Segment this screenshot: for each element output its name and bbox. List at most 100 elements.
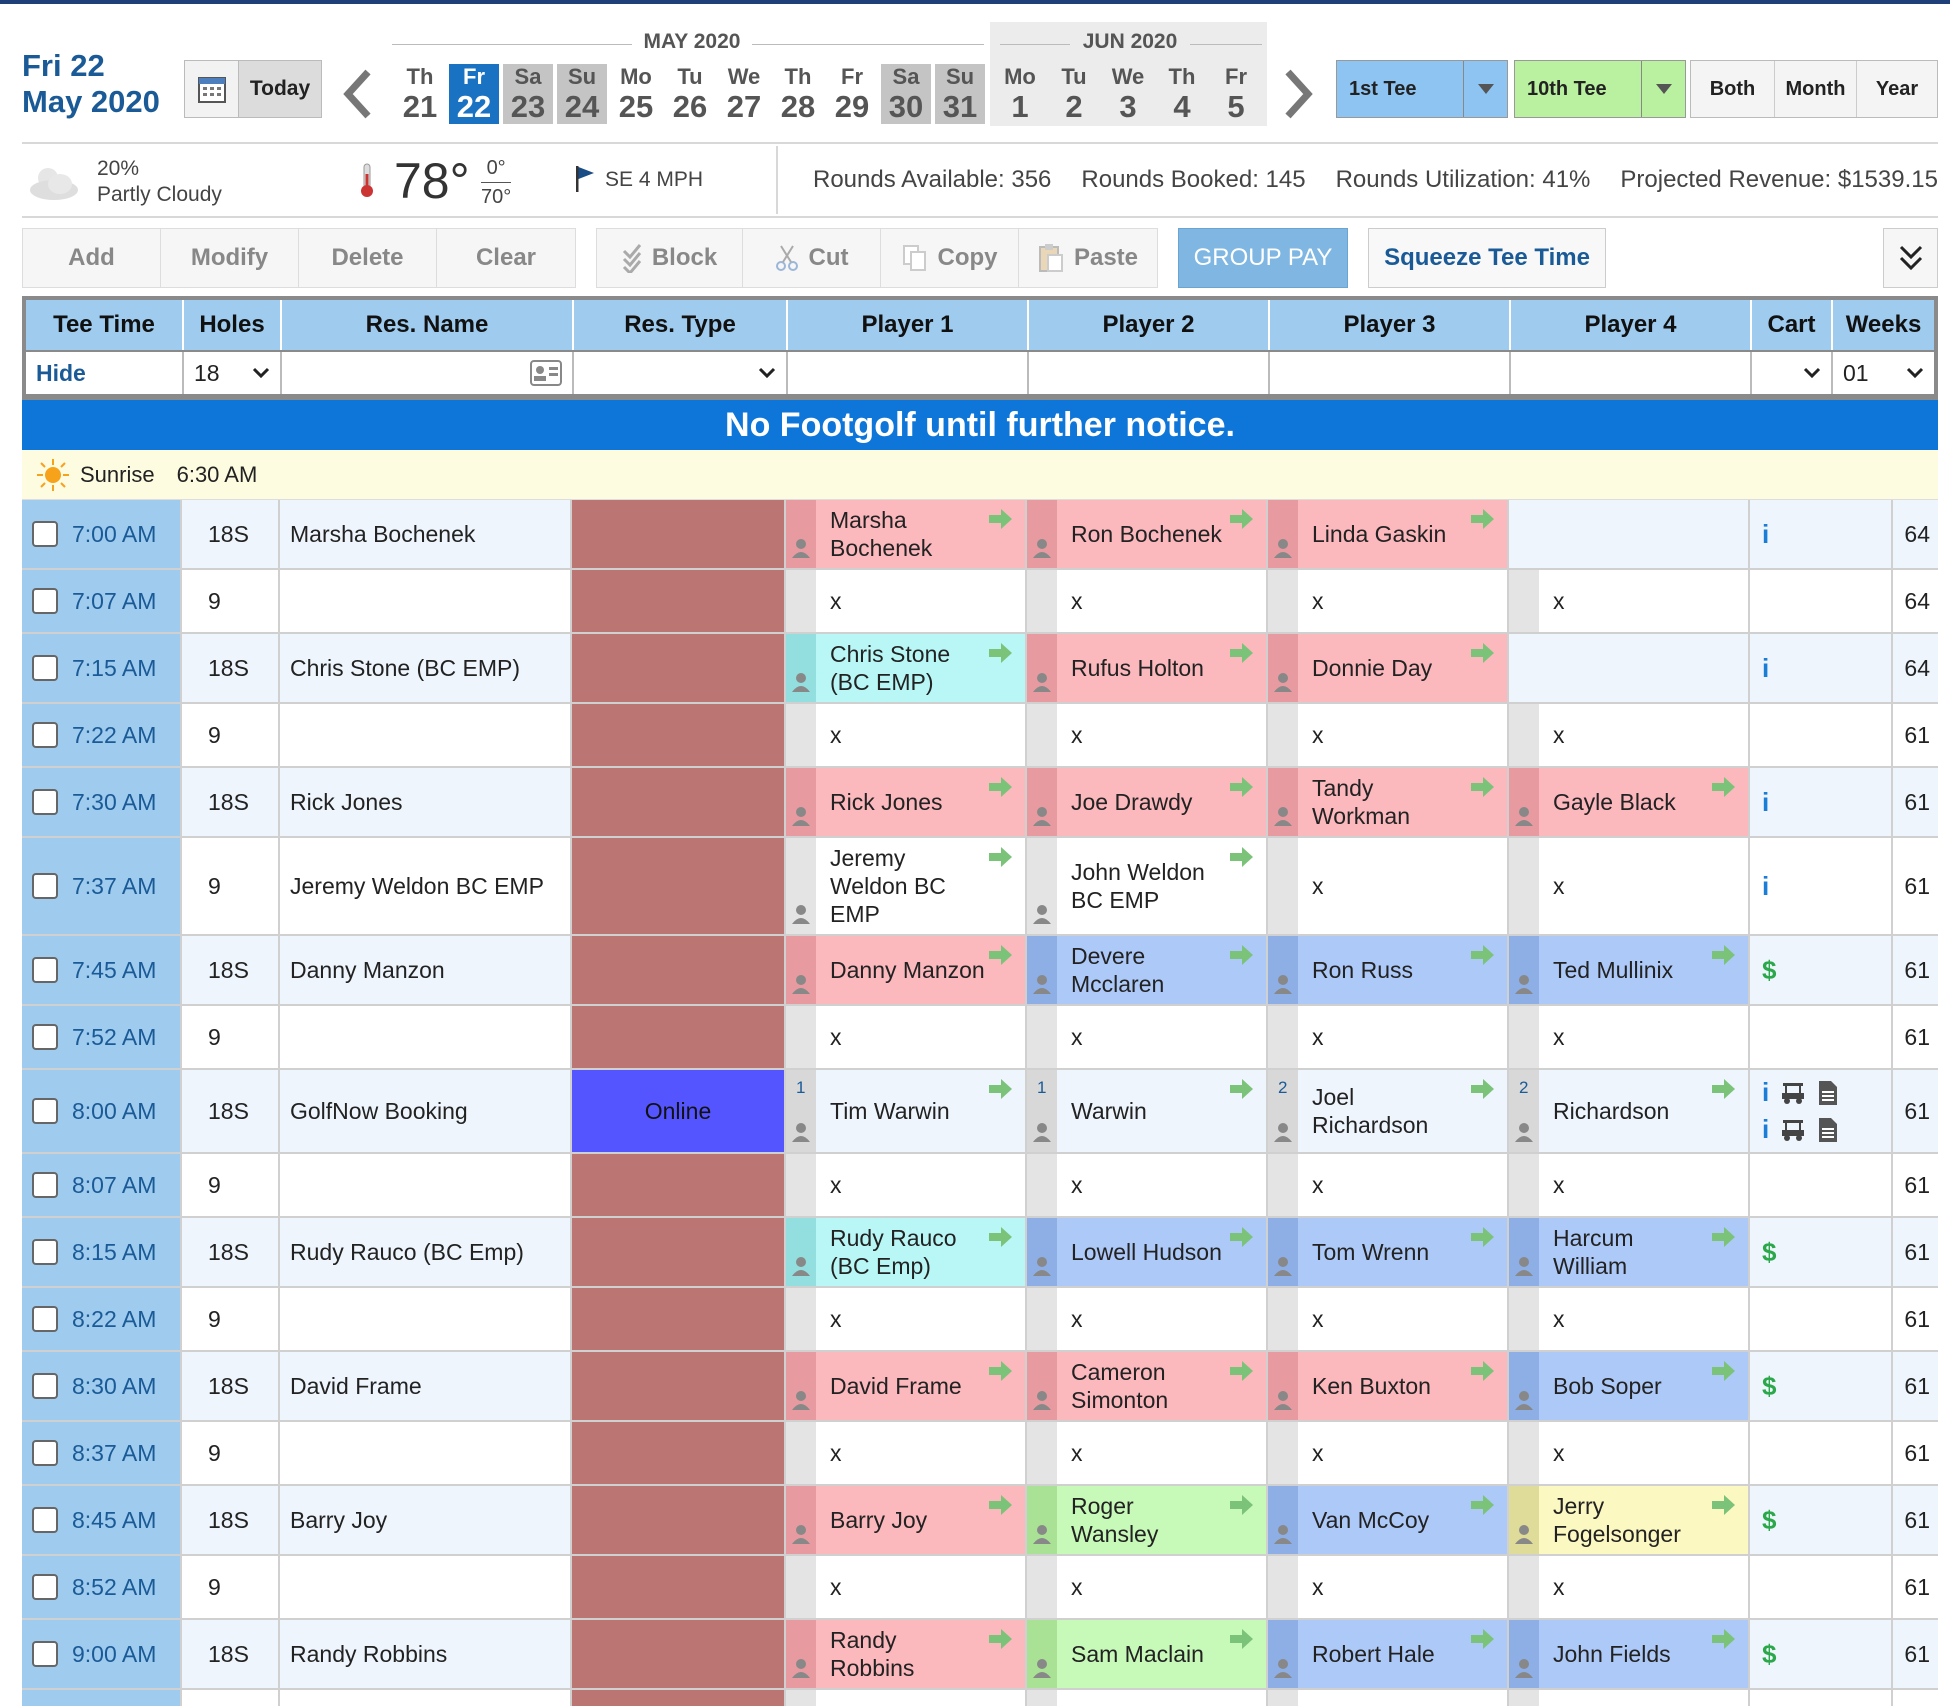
player-1-cell[interactable]: x: [786, 570, 1027, 632]
player-4-cell[interactable]: [1509, 634, 1750, 702]
res-type-cell[interactable]: [572, 1620, 786, 1688]
tee-time-cell[interactable]: 7:45 AM: [22, 936, 182, 1004]
golf-cart-icon[interactable]: [1779, 1081, 1807, 1105]
row-checkbox[interactable]: [32, 1306, 58, 1332]
player-4-cell[interactable]: [1509, 1690, 1750, 1706]
check-in-arrow-icon[interactable]: [1710, 776, 1736, 804]
info-icon[interactable]: i: [1762, 1077, 1769, 1108]
cart-cell[interactable]: i: [1750, 634, 1893, 702]
player-name[interactable]: Ron Russ: [1312, 956, 1453, 984]
dollar-icon[interactable]: $: [1762, 955, 1776, 986]
chevron-down-icon[interactable]: [1641, 61, 1685, 117]
calendar-day[interactable]: Fr 29: [827, 64, 877, 124]
tee-time-row[interactable]: [22, 1690, 1938, 1706]
row-checkbox[interactable]: [32, 1440, 58, 1466]
column-header[interactable]: Tee Time: [26, 300, 184, 350]
player-name[interactable]: Barry Joy: [830, 1506, 967, 1534]
res-name-cell[interactable]: [280, 1006, 572, 1068]
check-in-arrow-icon[interactable]: [1469, 1494, 1495, 1522]
day-of-week[interactable]: We: [1103, 64, 1153, 90]
player-name[interactable]: x: [830, 1573, 882, 1601]
res-type-cell[interactable]: [572, 704, 786, 766]
tee-time-cell[interactable]: [22, 1690, 182, 1706]
tee-1-select[interactable]: 1st Tee: [1336, 60, 1508, 118]
tee-time-row[interactable]: 7:22 AM 9 x x x x 61: [22, 704, 1938, 768]
player-name[interactable]: x: [1312, 1305, 1364, 1333]
player-3-cell[interactable]: Robert Hale: [1268, 1620, 1509, 1688]
check-in-arrow-icon[interactable]: [987, 508, 1013, 536]
view-both-button[interactable]: Both: [1691, 61, 1775, 117]
player-name[interactable]: x: [1312, 721, 1364, 749]
player3-filter[interactable]: [1270, 352, 1511, 394]
tee-10-label[interactable]: 10th Tee: [1515, 61, 1641, 117]
player-name[interactable]: x: [1312, 1171, 1364, 1199]
res-type-cell[interactable]: [572, 1352, 786, 1420]
day-number[interactable]: 4: [1157, 90, 1207, 124]
holes-cell[interactable]: 9: [182, 1288, 280, 1350]
check-in-arrow-icon[interactable]: [987, 1226, 1013, 1254]
view-month-button[interactable]: Month: [1775, 61, 1857, 117]
column-header[interactable]: Player 4: [1511, 300, 1752, 350]
check-in-arrow-icon[interactable]: [987, 1078, 1013, 1106]
info-icon[interactable]: i: [1762, 871, 1769, 902]
player-1-cell[interactable]: Rudy Rauco (BC Emp): [786, 1218, 1027, 1286]
day-of-week[interactable]: Th: [773, 64, 823, 90]
check-in-arrow-icon[interactable]: [1469, 776, 1495, 804]
holes-cell[interactable]: 18S: [182, 634, 280, 702]
block-button[interactable]: Block: [597, 229, 743, 287]
tee-time-row[interactable]: 7:45 AM 18S Danny Manzon Danny Manzon Devere…: [22, 936, 1938, 1006]
tee-time-row[interactable]: 7:07 AM 9 x x x x 64: [22, 570, 1938, 634]
row-checkbox[interactable]: [32, 655, 58, 681]
cart-cell[interactable]: [1750, 1422, 1893, 1484]
player-name[interactable]: x: [1071, 1171, 1123, 1199]
paste-button[interactable]: Paste: [1019, 229, 1157, 287]
player-2-cell[interactable]: x: [1027, 1556, 1268, 1618]
player4-filter[interactable]: [1511, 352, 1752, 394]
tee-time-link[interactable]: 8:45 AM: [72, 1507, 156, 1534]
player-2-cell[interactable]: Cameron Simonton: [1027, 1352, 1268, 1420]
weeks-filter-value[interactable]: 01: [1843, 360, 1869, 387]
calendar-day[interactable]: Tu 26: [665, 64, 715, 124]
check-in-arrow-icon[interactable]: [987, 1494, 1013, 1522]
cart-cell[interactable]: [1750, 1154, 1893, 1216]
tee-1-label[interactable]: 1st Tee: [1337, 61, 1463, 117]
check-in-arrow-icon[interactable]: [987, 1628, 1013, 1656]
check-in-arrow-icon[interactable]: [1469, 944, 1495, 972]
calendar-day[interactable]: Sa 23: [503, 64, 553, 124]
cart-cell[interactable]: [1750, 570, 1893, 632]
calendar-day[interactable]: Fr 22: [449, 64, 499, 124]
calendar-day[interactable]: Sa 30: [881, 64, 931, 124]
column-header[interactable]: Holes: [184, 300, 282, 350]
player-name[interactable]: x: [1553, 721, 1605, 749]
check-in-arrow-icon[interactable]: [1710, 1226, 1736, 1254]
player-4-cell[interactable]: x: [1509, 570, 1750, 632]
cart-cell[interactable]: i: [1750, 768, 1893, 836]
day-number[interactable]: 23: [503, 90, 553, 124]
player-3-cell[interactable]: x: [1268, 838, 1509, 934]
holes-cell[interactable]: [182, 1690, 280, 1706]
player-3-cell[interactable]: x: [1268, 1006, 1509, 1068]
tee-time-cell[interactable]: 8:15 AM: [22, 1218, 182, 1286]
player-name[interactable]: Linda Gaskin: [1312, 520, 1486, 548]
calendar-day[interactable]: Tu 2: [1049, 64, 1099, 124]
player-4-cell[interactable]: Harcum William: [1509, 1218, 1750, 1286]
check-in-arrow-icon[interactable]: [1228, 1226, 1254, 1254]
player-1-cell[interactable]: Danny Manzon: [786, 936, 1027, 1004]
day-of-week[interactable]: Fr: [827, 64, 877, 90]
row-checkbox[interactable]: [32, 1098, 58, 1124]
player-2-cell[interactable]: Joe Drawdy: [1027, 768, 1268, 836]
player-3-cell[interactable]: Ron Russ: [1268, 936, 1509, 1004]
row-checkbox[interactable]: [32, 1574, 58, 1600]
tee-time-row[interactable]: 7:52 AM 9 x x x x 61: [22, 1006, 1938, 1070]
holes-cell[interactable]: 18S: [182, 1486, 280, 1554]
day-number[interactable]: 1: [995, 90, 1045, 124]
check-in-arrow-icon[interactable]: [1469, 1360, 1495, 1388]
res-name-cell[interactable]: Randy Robbins: [280, 1620, 572, 1688]
check-in-arrow-icon[interactable]: [1710, 1628, 1736, 1656]
row-checkbox[interactable]: [32, 588, 58, 614]
player-3-cell[interactable]: [1268, 1690, 1509, 1706]
tee-time-cell[interactable]: 8:00 AM: [22, 1070, 182, 1152]
cut-label[interactable]: Cut: [809, 244, 849, 272]
day-number[interactable]: 28: [773, 90, 823, 124]
holes-cell[interactable]: 18S: [182, 936, 280, 1004]
